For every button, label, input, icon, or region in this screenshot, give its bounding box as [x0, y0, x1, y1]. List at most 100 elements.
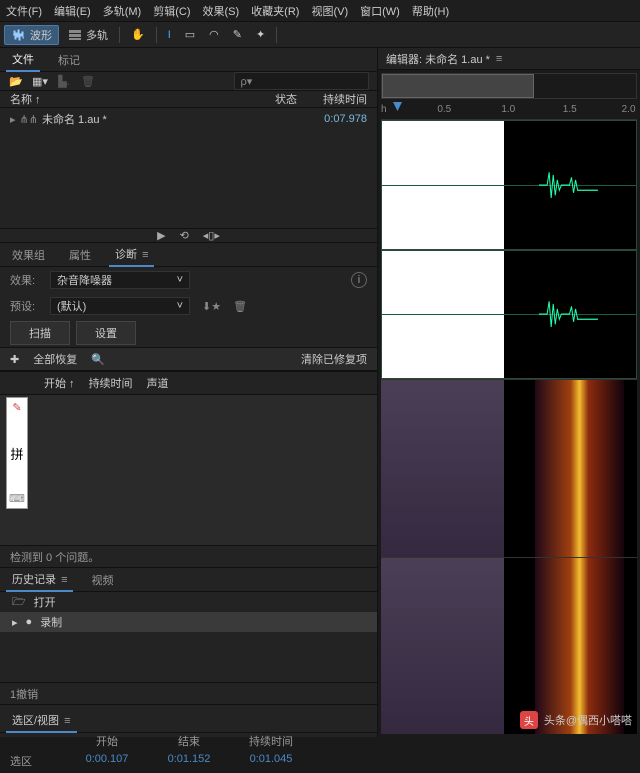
overview-selection[interactable] — [382, 74, 534, 98]
file-row[interactable]: ▸ ⋔⋔ 未命名 1.au * 0:07.978 — [0, 108, 377, 130]
col-status[interactable]: 状态 — [247, 91, 297, 107]
new-file-icon[interactable]: ▦▾ — [32, 73, 48, 89]
record-icon: ● — [26, 616, 33, 628]
menu-clip[interactable]: 剪辑(C) — [153, 3, 190, 19]
sel-dur[interactable]: 0:01.045 — [236, 753, 306, 769]
diag-toolbar: ✚ 全部恢复 🔍 清除已修复项 — [0, 347, 377, 371]
ime-keyboard-icon: ⌨ — [9, 492, 25, 505]
main-toolbar: 波形 多轨 ✋ I ▭ ◠ ✎ ✦ — [0, 22, 640, 48]
audio-file-icon: ⋔⋔ — [20, 113, 38, 126]
waveform-display[interactable] — [381, 120, 637, 379]
waveform-channel-right[interactable] — [381, 250, 637, 380]
history-item-record[interactable]: ▸●录制 — [0, 612, 377, 632]
overview-bar[interactable] — [381, 73, 637, 99]
open-file-icon[interactable]: 📂 — [8, 73, 24, 89]
col-name[interactable]: 名称 ↑ — [10, 91, 247, 107]
spectrogram-channel-left[interactable] — [381, 379, 637, 557]
ime-page-icon: ✎ — [12, 401, 21, 414]
effect-label: 效果: — [10, 272, 44, 288]
delete-preset-icon[interactable]: 🗑 — [233, 300, 247, 313]
save-preset-icon[interactable]: ⬇★ — [202, 300, 221, 313]
menu-multi[interactable]: 多轨(M) — [103, 3, 142, 19]
col-start[interactable]: 开始 ↑ — [44, 375, 75, 391]
waveform-signal — [539, 166, 600, 204]
close-icon[interactable]: 🗑 — [80, 73, 96, 89]
chevron-down-icon: ˅ — [177, 300, 183, 312]
hand-tool[interactable]: ✋ — [125, 25, 151, 45]
diag-status: 检测到 0 个问题。 — [0, 545, 377, 567]
tab-markers[interactable]: 标记 — [52, 49, 86, 71]
loop-button[interactable]: ⟲ — [180, 229, 189, 242]
waveform-channel-left[interactable] — [381, 120, 637, 250]
fix-icon[interactable]: ✚ — [10, 353, 19, 366]
menu-bar: 文件(F) 编辑(E) 多轨(M) 剪辑(C) 效果(S) 收藏夹(R) 视图(… — [0, 0, 640, 22]
col-duration[interactable]: 持续时间 — [307, 91, 367, 107]
file-list-header: 名称 ↑ 状态 持续时间 — [0, 91, 377, 108]
settings-button[interactable]: 设置 — [76, 321, 136, 345]
play-button[interactable]: ▶ — [157, 229, 165, 242]
col-channel[interactable]: 声道 — [147, 375, 169, 391]
history-item-open[interactable]: 🗁打开 — [0, 592, 377, 612]
brush-tool[interactable]: ✎ — [227, 25, 248, 45]
scan-button[interactable]: 扫描 — [10, 321, 70, 345]
chevron-down-icon: ˅ — [177, 274, 183, 286]
preset-select[interactable]: (默认)˅ — [50, 297, 190, 315]
selection-grid: 开始 结束 持续时间 选区 0:00.107 0:01.152 0:01.045 — [0, 733, 377, 769]
menu-help[interactable]: 帮助(H) — [412, 3, 449, 19]
editor-title-bar: 编辑器: 未命名 1.au * ≡ — [378, 48, 640, 70]
files-toolbar: 📂 ▦▾ ▙. 🗑 ρ▾ — [0, 72, 377, 91]
sel-row-label: 选区 — [10, 753, 60, 769]
tab-files[interactable]: 文件 — [6, 48, 40, 72]
sel-hdr-end: 结束 — [154, 733, 224, 749]
lasso-tool[interactable]: ◠ — [203, 25, 225, 45]
search-input[interactable]: ρ▾ — [234, 72, 370, 90]
ruler-unit: h — [381, 104, 387, 115]
time-select-tool[interactable]: I — [162, 25, 177, 45]
editor-title: 编辑器: 未命名 1.au * — [386, 51, 490, 67]
tab-selection[interactable]: 选区/视图 ≡ — [6, 709, 77, 733]
playhead-icon[interactable] — [393, 102, 402, 111]
multitrack-icon — [67, 27, 83, 43]
marquee-tool[interactable]: ▭ — [179, 25, 201, 45]
sel-hdr-dur: 持续时间 — [236, 733, 306, 749]
multitrack-mode-button[interactable]: 多轨 — [61, 25, 114, 45]
spectrogram-selection — [381, 558, 504, 735]
menu-favorites[interactable]: 收藏夹(R) — [251, 3, 299, 19]
ime-popup[interactable]: ✎ 拼 ⌨ — [6, 397, 28, 509]
effect-select[interactable]: 杂音降噪器˅ — [50, 271, 190, 289]
restore-all[interactable]: 全部恢复 — [33, 351, 77, 367]
expand-icon[interactable]: ▸ — [10, 113, 16, 126]
spectrogram-display[interactable] — [381, 379, 637, 734]
search-icon[interactable]: 🔍 — [91, 353, 105, 366]
preset-label: 预设: — [10, 298, 44, 314]
menu-effects[interactable]: 效果(S) — [203, 3, 240, 19]
menu-window[interactable]: 窗口(W) — [360, 3, 400, 19]
info-icon[interactable]: i — [351, 272, 367, 288]
time-ruler[interactable]: h 0.5 1.0 1.5 2.0 — [381, 102, 637, 120]
menu-view[interactable]: 视图(V) — [311, 3, 348, 19]
menu-edit[interactable]: 编辑(E) — [54, 3, 91, 19]
menu-file[interactable]: 文件(F) — [6, 3, 42, 19]
sel-end[interactable]: 0:01.152 — [154, 753, 224, 769]
diag-columns: 开始 ↑ 持续时间 声道 — [0, 371, 377, 395]
panel-menu-icon[interactable]: ≡ — [61, 574, 67, 586]
import-icon[interactable]: ▙. — [56, 73, 72, 89]
spectrogram-energy — [535, 558, 625, 735]
panel-menu-icon[interactable]: ≡ — [64, 715, 70, 727]
tab-history[interactable]: 历史记录 ≡ — [6, 568, 73, 592]
col-dur[interactable]: 持续时间 — [89, 375, 133, 391]
tab-fx-group[interactable]: 效果组 — [6, 244, 51, 266]
tab-diagnostics[interactable]: 诊断 ≡ — [109, 243, 154, 267]
sel-start[interactable]: 0:00.107 — [72, 753, 142, 769]
file-list: ▸ ⋔⋔ 未命名 1.au * 0:07.978 — [0, 108, 377, 228]
tab-video[interactable]: 视频 — [85, 569, 119, 591]
diag-results: ✎ 拼 ⌨ — [0, 395, 377, 545]
waveform-mode-button[interactable]: 波形 — [4, 25, 59, 45]
spectrogram-channel-right[interactable] — [381, 557, 637, 735]
clear-fixed[interactable]: 清除已修复项 — [301, 351, 367, 367]
panel-menu-icon[interactable]: ≡ — [496, 53, 502, 65]
tab-attr[interactable]: 属性 — [63, 244, 97, 266]
panel-menu-icon[interactable]: ≡ — [142, 249, 148, 261]
heal-tool[interactable]: ✦ — [250, 25, 271, 45]
autoplay-button[interactable]: ◂▯▸ — [203, 229, 220, 242]
